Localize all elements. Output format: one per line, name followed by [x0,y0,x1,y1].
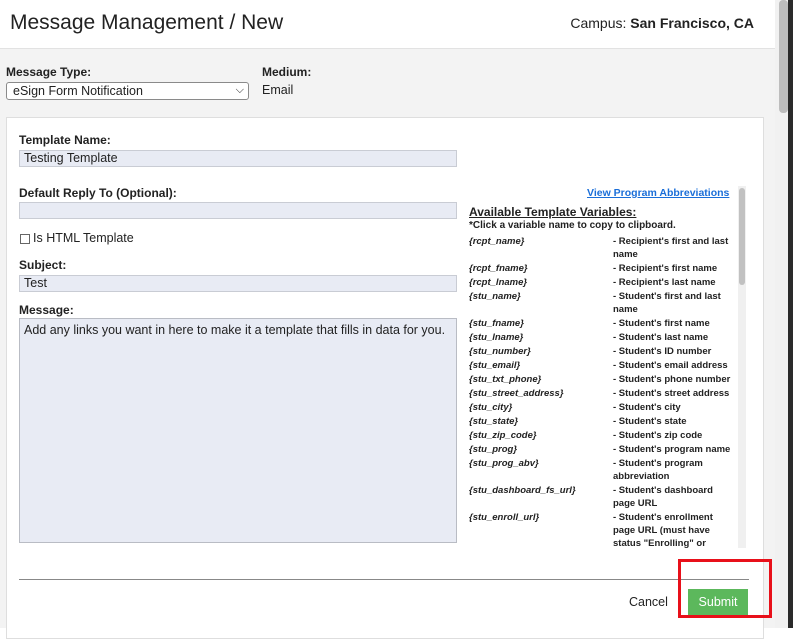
variable-description: - Student's street address [613,388,730,399]
variable-description: - Student's state [613,416,687,427]
variable-name[interactable]: {stu_txt_phone} [469,373,613,386]
variable-name[interactable]: {stu_number} [469,345,613,358]
variable-description: - Student's enrollment page URL (must ha… [613,512,713,549]
variable-row: {stu_city} - Student's city [469,401,737,414]
variable-description: - Student's first and last name [613,291,721,315]
is-html-checkbox[interactable] [20,234,30,244]
variable-name[interactable]: {stu_city} [469,401,613,414]
page: Message Management / New Campus: San Fra… [0,0,775,639]
variable-description: - Recipient's last name [613,277,716,288]
medium-label: Medium: [262,65,312,79]
cancel-button[interactable]: Cancel [629,595,668,609]
variable-description: - Student's program name [613,444,731,455]
template-variables-panel: Available Template Variables: *Click a v… [469,205,737,550]
variable-description: - Student's last name [613,332,709,343]
page-scrollbar-thumb[interactable] [779,0,788,113]
variable-description: - Recipient's first name [613,263,718,274]
variable-row: {rcpt_name} - Recipient's first and last … [469,235,737,261]
variable-description: - Student's program abbreviation [613,458,703,482]
page-title: Message Management / New [10,11,284,34]
variable-row: {stu_prog_abv} - Student's program abbrev… [469,457,737,483]
variable-row: {stu_number} - Student's ID number [469,345,737,358]
variable-name[interactable]: {stu_enroll_url} [469,511,613,550]
template-name-input[interactable]: Testing Template [19,150,457,167]
campus-value: San Francisco, CA [630,15,754,31]
variable-name[interactable]: {stu_prog} [469,443,613,456]
variable-name[interactable]: {stu_zip_code} [469,429,613,442]
variable-description: - Student's first name [613,318,710,329]
window-edge [788,0,793,628]
variable-name[interactable]: {stu_lname} [469,331,613,344]
variable-name[interactable]: {stu_dashboard_fs_url} [469,484,613,510]
variables-list: {rcpt_name} - Recipient's first and last … [469,235,737,550]
variable-row: {stu_txt_phone} - Student's phone number [469,373,737,386]
variable-description: - Student's phone number [613,374,731,385]
variable-row: {stu_zip_code} - Student's zip code [469,429,737,442]
divider [19,579,749,580]
variable-name[interactable]: {stu_prog_abv} [469,457,613,483]
chevron-down-icon: ⌵ [235,84,244,96]
variable-name[interactable]: {rcpt_fname} [469,262,613,275]
variable-row: {stu_prog} - Student's program name [469,443,737,456]
message-label: Message: [19,303,74,317]
variable-description: - Student's email address [613,360,728,371]
variable-name[interactable]: {stu_state} [469,415,613,428]
variable-row: {stu_lname} - Student's last name [469,331,737,344]
variable-name[interactable]: {stu_street_address} [469,387,613,400]
variable-row: {stu_email} - Student's email address [469,359,737,372]
variables-note: *Click a variable name to copy to clipbo… [469,220,676,231]
variable-description: - Student's city [613,402,681,413]
subject-input[interactable]: Test [19,275,457,292]
variable-row: {stu_state} - Student's state [469,415,737,428]
is-html-label: Is HTML Template [33,231,134,245]
message-textarea[interactable]: Add any links you want in here to make i… [19,318,457,543]
reply-to-input[interactable] [19,202,457,219]
variable-name[interactable]: {stu_name} [469,290,613,316]
variable-name[interactable]: {stu_email} [469,359,613,372]
page-header: Message Management / New Campus: San Fra… [0,0,775,49]
variable-row: {rcpt_fname} - Recipient's first name [469,262,737,275]
variables-scrollbar-thumb[interactable] [739,188,745,285]
variable-name[interactable]: {rcpt_name} [469,235,613,261]
reply-to-label: Default Reply To (Optional): [19,186,177,200]
message-type-value: eSign Form Notification [13,84,143,98]
variable-row: {stu_enroll_url} - Student's enrollment p… [469,511,737,550]
variables-title: Available Template Variables: [469,205,637,219]
variable-row: {rcpt_lname} - Recipient's last name [469,276,737,289]
message-type-label: Message Type: [6,65,92,79]
template-name-label: Template Name: [19,133,111,147]
variable-name[interactable]: {stu_fname} [469,317,613,330]
variable-description: - Recipient's first and last name [613,236,729,260]
view-program-abbreviations-link[interactable]: View Program Abbreviations [587,187,729,199]
campus-indicator: Campus: San Francisco, CA [570,15,754,31]
highlight-box [678,559,772,618]
variable-row: {stu_name} - Student's first and last nam… [469,290,737,316]
variable-row: {stu_street_address} - Student's street a… [469,387,737,400]
medium-value: Email [262,83,294,97]
variable-row: {stu_dashboard_fs_url} - Student's dashbo… [469,484,737,510]
campus-label: Campus: [570,15,627,31]
variable-name[interactable]: {rcpt_lname} [469,276,613,289]
variable-description: - Student's ID number [613,346,712,357]
variable-description: - Student's zip code [613,430,703,441]
subject-label: Subject: [19,258,67,272]
variable-row: {stu_fname} - Student's first name [469,317,737,330]
variable-description: - Student's dashboard page URL [613,485,713,509]
message-type-select[interactable]: eSign Form Notification ⌵ [6,82,249,100]
